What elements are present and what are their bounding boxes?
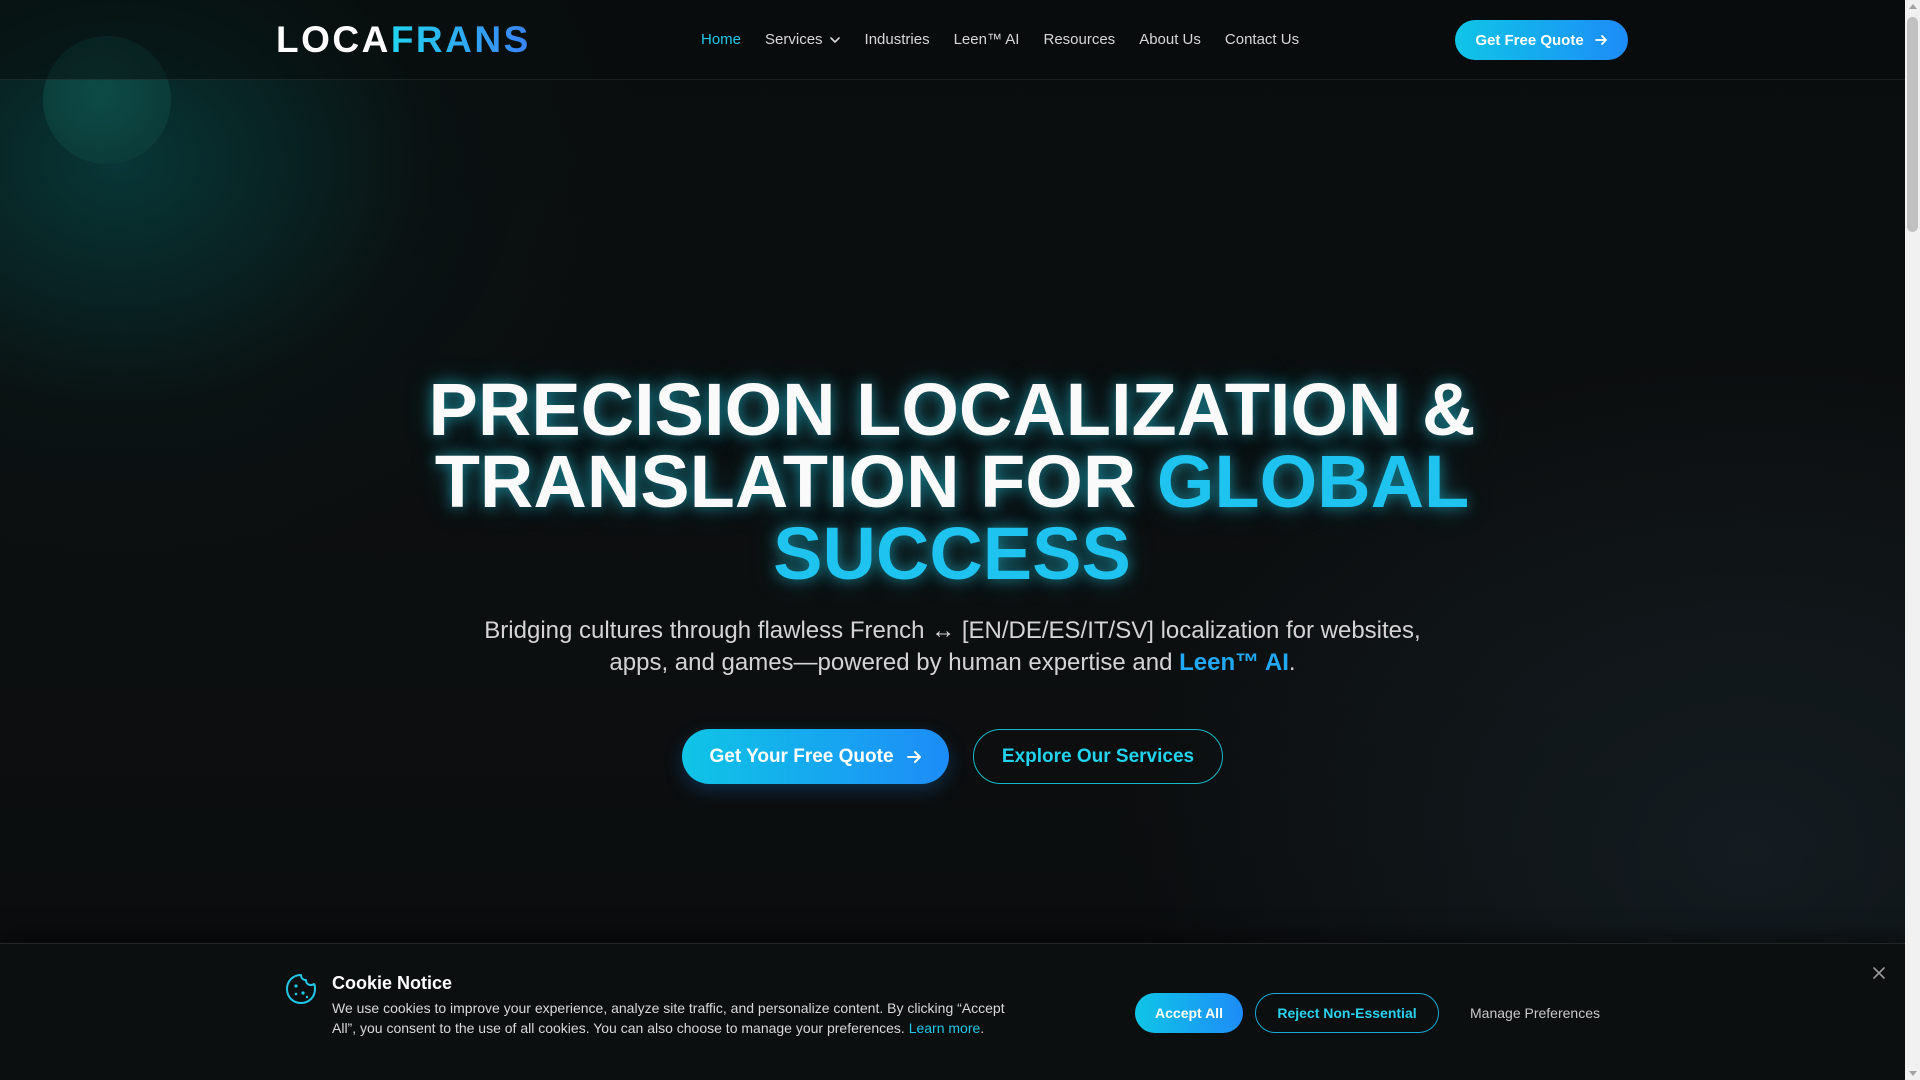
header-get-free-quote-button[interactable]: Get Free Quote [1455,20,1628,60]
header-cta-label: Get Free Quote [1475,31,1584,49]
cookie-text: We use cookies to improve your experienc… [332,998,1012,1038]
scroll-up-arrow-icon[interactable] [1909,4,1917,9]
nav-about-us[interactable]: About Us [1139,31,1201,48]
scrollbar-thumb[interactable] [1907,17,1918,232]
chevron-down-icon [829,36,840,43]
site-header: LOCAFRANS Home Services Industries Leen™… [0,0,1905,80]
cookie-banner: Cookie Notice We use cookies to improve … [0,943,1905,1080]
cookie-text-end: . [980,1020,985,1036]
nav-home-label: Home [701,31,742,48]
cookie-title: Cookie Notice [332,973,453,993]
nav-industries-label: Industries [864,31,930,48]
nav-services[interactable]: Services [765,31,841,48]
hero-subtitle-leen-ai: Leen™ AI [1179,649,1289,676]
cookie-icon [286,974,316,1004]
hero-subtitle-end: . [1288,649,1296,676]
hero-title-highlight-success: SUCCESS [773,512,1131,595]
hero-subtitle: Bridging cultures through flawless Frenc… [480,615,1425,679]
close-icon[interactable] [1870,964,1888,982]
hero-title-line2: TRANSLATION FOR [434,440,1157,523]
logo-text-frans: FRANS [390,19,531,60]
nav-services-label: Services [765,31,823,48]
secondary-cta-label: Explore Our Services [1001,745,1195,767]
explore-our-services-button[interactable]: Explore Our Services [973,729,1223,784]
get-your-free-quote-button[interactable]: Get Your Free Quote [682,729,949,784]
hero-title-line1: PRECISION LOCALIZATION & [428,368,1476,451]
logo-text-loca: LOCA [276,19,391,60]
hero-title-highlight-global: GLOBAL [1156,440,1470,523]
primary-cta-label: Get Your Free Quote [709,745,894,767]
nav-contact-us[interactable]: Contact Us [1225,31,1299,48]
main-nav: Home Services Industries Leen™ AI Resour… [701,31,1323,48]
reject-non-essential-button[interactable]: Reject Non-Essential [1255,993,1439,1033]
scroll-down-arrow-icon[interactable] [1909,1071,1917,1076]
nav-contact-us-label: Contact Us [1224,31,1300,48]
vertical-scrollbar[interactable] [1905,0,1920,1080]
accept-all-button[interactable]: Accept All [1135,993,1243,1033]
nav-home[interactable]: Home [701,31,741,48]
nav-about-us-label: About Us [1139,31,1201,48]
nav-leen-ai[interactable]: Leen™ AI [954,31,1020,48]
cookie-description: We use cookies to improve your experienc… [332,1000,1005,1036]
manage-preferences-button[interactable]: Manage Preferences [1455,993,1615,1033]
arrow-right-icon [1594,35,1607,45]
page: LOCAFRANS Home Services Industries Leen™… [0,0,1905,1080]
cookie-learn-more-link[interactable]: Learn more [909,1020,981,1036]
nav-industries[interactable]: Industries [865,31,930,48]
nav-leen-ai-label: Leen™ AI [953,31,1020,48]
hero-title: PRECISION LOCALIZATION & TRANSLATION FOR… [352,373,1552,591]
nav-resources-label: Resources [1043,31,1116,48]
site-logo[interactable]: LOCAFRANS [276,19,531,61]
nav-resources[interactable]: Resources [1043,31,1115,48]
arrow-right-icon [906,750,921,763]
